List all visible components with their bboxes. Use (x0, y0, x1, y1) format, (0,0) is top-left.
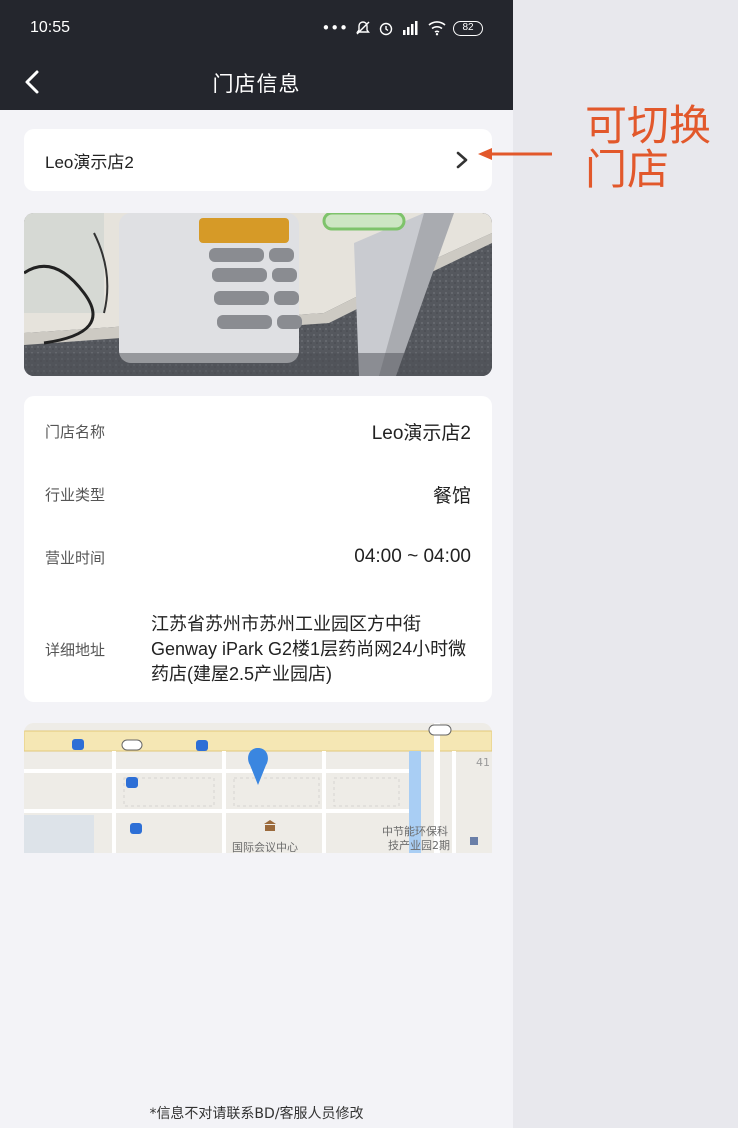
back-chevron-icon[interactable] (18, 67, 48, 97)
annotation-arrow-icon (478, 148, 552, 160)
alarm-icon (379, 22, 393, 36)
wifi-icon (428, 21, 446, 36)
store-map[interactable]: 国际会议中心 中节能环保科 技产业园2期 41 (24, 723, 492, 853)
page-title: 门店信息 (212, 72, 301, 96)
info-row-hours: 营业时间 04:00 ~ 04:00 (45, 542, 471, 572)
store-photo (24, 213, 492, 376)
info-row-address: 详细地址 江苏省苏州市苏州工业园区方中街Genway iPark G2楼1层药尚… (45, 609, 471, 689)
info-label: 行业类型 (45, 485, 106, 504)
map-image: 国际会议中心 中节能环保科 技产业园2期 41 (24, 723, 492, 853)
map-label-conference: 国际会议中心 (232, 841, 298, 853)
info-label: 营业时间 (45, 548, 106, 567)
store-info-card: 门店名称 Leo演示店2 行业类型 餐馆 营业时间 04:00 ~ 04:00 … (24, 396, 492, 702)
more-dots-icon: ••• (321, 19, 348, 37)
phone-screen: 10:55 ••• 82 门店信息 Leo演示店2 门店名称 Leo演示店2 行… (0, 0, 513, 1128)
status-time: 10:55 (30, 19, 71, 36)
footer-note: *信息不对请联系BD/客服人员修改 (149, 1106, 364, 1122)
store-photo-image (24, 213, 492, 376)
info-value: 餐馆 (432, 485, 471, 507)
info-label: 门店名称 (45, 422, 106, 441)
status-icons: ••• 82 (321, 19, 483, 37)
info-value: Leo演示店2 (371, 422, 471, 444)
annotation-text: 可切换门店 (585, 101, 712, 194)
map-label-41: 41 (476, 756, 490, 769)
store-selector-name: Leo演示店2 (45, 152, 134, 172)
nav-bar: 门店信息 (0, 56, 513, 110)
map-label-park: 中节能环保科 (382, 824, 448, 838)
hd-signal-icon (403, 21, 418, 35)
chevron-right-icon (456, 151, 468, 169)
battery-icon: 82 (453, 20, 483, 36)
info-row-industry: 行业类型 餐馆 (45, 479, 471, 509)
info-value: 04:00 ~ 04:00 (354, 546, 471, 567)
info-value: 江苏省苏州市苏州工业园区方中街Genway iPark G2楼1层药尚网24小时… (151, 613, 467, 684)
info-label: 详细地址 (45, 640, 106, 659)
map-label-park-2: 技产业园2期 (388, 838, 450, 852)
info-row-name: 门店名称 Leo演示店2 (45, 416, 471, 446)
store-selector[interactable]: Leo演示店2 (24, 129, 492, 191)
silent-icon (356, 21, 370, 35)
status-bar: 10:55 ••• 82 (0, 0, 513, 56)
